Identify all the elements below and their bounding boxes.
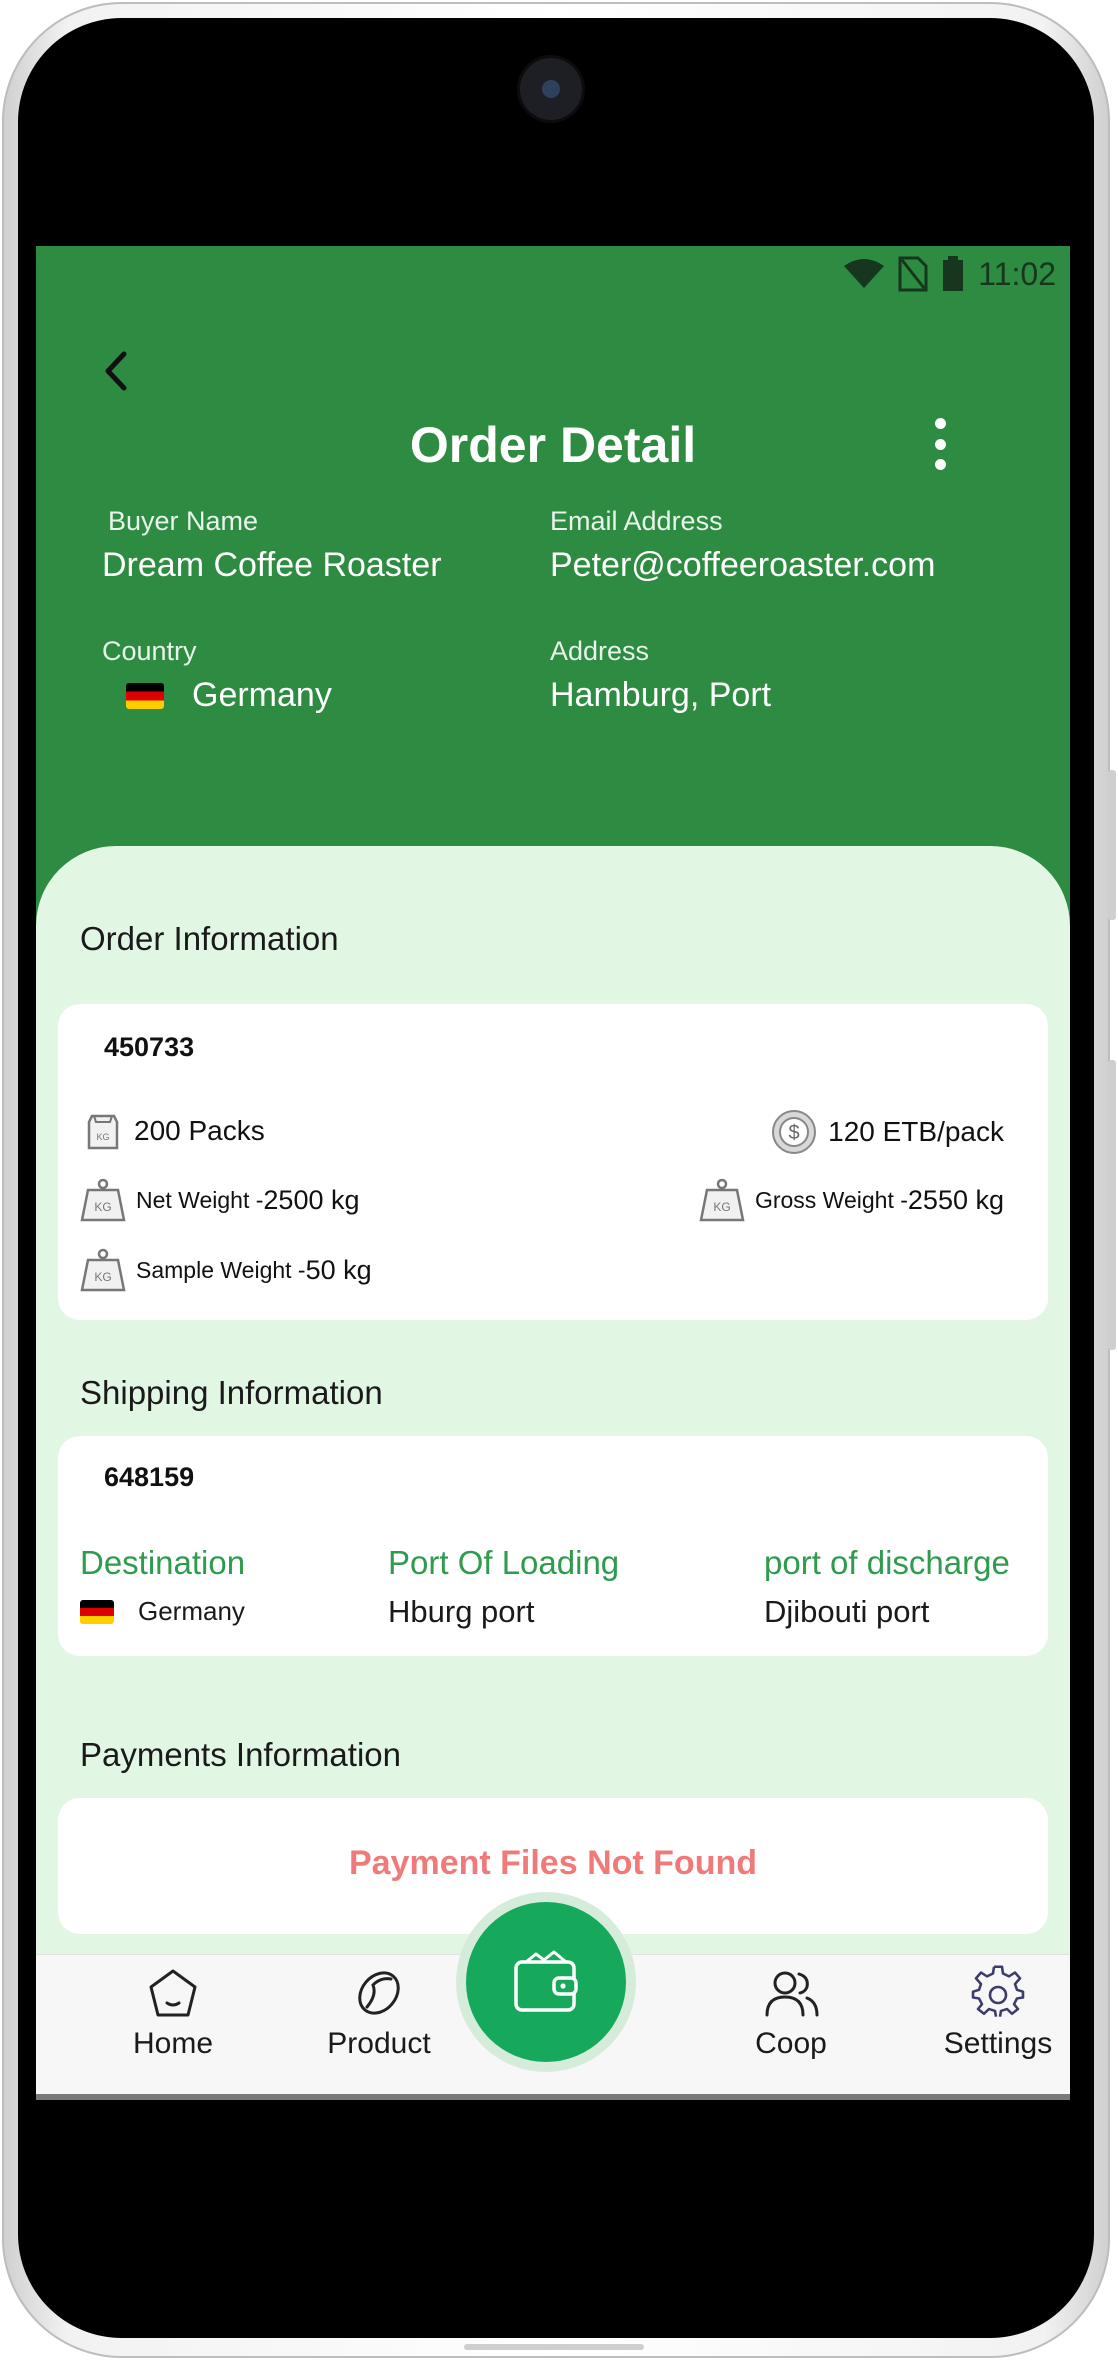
more-vertical-icon [934, 418, 946, 429]
wallet-button[interactable] [466, 1902, 626, 2062]
order-info-title: Order Information [80, 920, 339, 957]
germany-flag-icon [80, 1599, 114, 1624]
page-title: Order Detail [409, 417, 697, 473]
shipping-info-card: 648159 Destination Germany Port Of Loadi… [58, 1436, 1048, 1656]
packs-value: 200 Packs [134, 1115, 265, 1146]
weight-kg-icon: KG [80, 1248, 126, 1292]
country-label: Country [102, 636, 197, 666]
gross-weight-label: Gross Weight - [754, 1186, 908, 1213]
users-icon [765, 1971, 819, 2017]
nav-coop-label: Coop [755, 2027, 827, 2060]
more-dot [934, 459, 946, 470]
svg-text:$: $ [789, 1122, 800, 1144]
app-screen: 11:02 Order Detail Buyer Name Dream Coff… [36, 246, 1070, 2094]
svg-text:KG: KG [94, 1270, 111, 1284]
email-value: Peter@coffeeroaster.com [550, 546, 936, 584]
nav-home-label: Home [132, 2027, 214, 2060]
power-button [1108, 1060, 1116, 1350]
payments-info-title: Payments Information [80, 1736, 401, 1773]
net-weight-label: Net Weight - [136, 1186, 264, 1213]
sample-weight-value: 50 kg [305, 1254, 372, 1285]
status-time: 11:02 [978, 255, 1056, 292]
svg-text:KG: KG [94, 1200, 111, 1214]
net-weight-item: KG Net Weight -2500 kg [80, 1178, 360, 1222]
home-icon [149, 1969, 197, 2017]
home-indicator [464, 2344, 644, 2350]
back-button[interactable] [92, 346, 142, 396]
gear-icon [971, 1965, 1025, 2017]
gross-weight-item: KG Gross Weight -2550 kg [699, 1178, 1004, 1222]
price-item: $ 120 ETB/pack [770, 1108, 1004, 1156]
sample-weight-item: KG Sample Weight -50 kg [80, 1248, 372, 1292]
buyer-name: Dream Coffee Roaster [102, 546, 442, 584]
port-discharge-label: port of discharge [764, 1544, 1010, 1581]
chevron-left-icon [105, 351, 127, 391]
destination-value: Germany [80, 1596, 245, 1627]
payment-empty-message: Payment Files Not Found [348, 1844, 758, 1882]
shipping-id: 648159 [104, 1462, 195, 1492]
sample-weight-label: Sample Weight - [136, 1256, 306, 1283]
package-icon: KG [87, 1114, 119, 1150]
shipping-info-title: Shipping Information [80, 1374, 383, 1411]
price-value: 120 ETB/pack [828, 1116, 1004, 1147]
gross-weight-value: 2550 kg [907, 1184, 1004, 1215]
wifi-icon [844, 259, 885, 288]
battery-icon [943, 256, 964, 291]
net-weight-value: 2500 kg [263, 1184, 360, 1215]
order-id: 450733 [104, 1032, 195, 1062]
svg-text:KG: KG [713, 1200, 730, 1214]
more-options-button[interactable] [918, 414, 962, 474]
buyer-name-label: Buyer Name [108, 506, 259, 536]
volume-button [1108, 770, 1116, 920]
wallet-icon [514, 1950, 578, 2012]
status-bar: 11:02 [844, 254, 1056, 294]
destination-label: Destination [80, 1544, 246, 1581]
screen-edge [36, 2094, 1070, 2100]
port-loading-label: Port Of Loading [388, 1544, 620, 1581]
svg-text:KG: KG [96, 1132, 109, 1142]
coin-icon: $ [772, 1110, 817, 1154]
email-label: Email Address [550, 506, 723, 536]
address-value: Hamburg, Port [550, 676, 772, 714]
order-info-card: 450733 KG 200 Packs $ 120 ETB/pack KG Ne… [58, 1004, 1048, 1320]
port-discharge-value: Djibouti port [764, 1594, 930, 1629]
nav-product-label: Product [327, 2027, 431, 2060]
nav-coop[interactable]: Coop [691, 1965, 891, 2085]
front-camera [520, 58, 582, 120]
nav-settings[interactable]: Settings [898, 1965, 1070, 2085]
port-loading-value: Hburg port [388, 1594, 535, 1629]
nav-settings-label: Settings [943, 2027, 1053, 2060]
coffee-bean-icon [358, 1971, 400, 2015]
more-dot [934, 438, 946, 450]
germany-flag-icon [126, 682, 164, 709]
nav-product[interactable]: Product [279, 1965, 479, 2085]
destination-country: Germany [138, 1596, 245, 1626]
no-sim-icon [898, 256, 928, 292]
packs-item: KG 200 Packs [82, 1110, 265, 1152]
country-name: Germany [192, 676, 332, 714]
nav-home[interactable]: Home [73, 1965, 273, 2085]
country-value: Germany [126, 676, 332, 715]
address-label: Address [550, 636, 650, 666]
weight-kg-icon: KG [699, 1178, 745, 1222]
weight-kg-icon: KG [80, 1178, 126, 1222]
